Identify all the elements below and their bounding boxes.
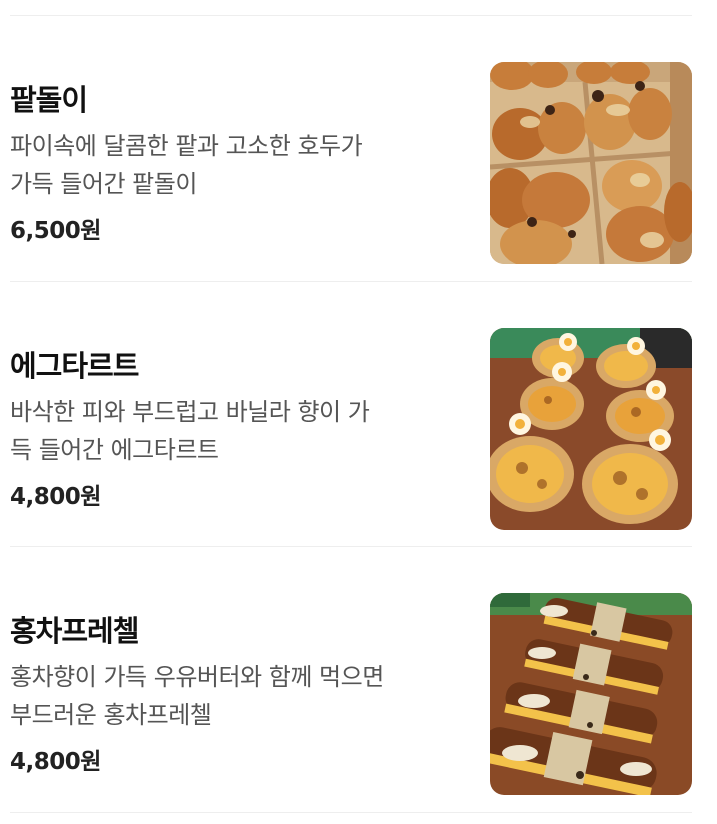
menu-item-tea-pretzel[interactable]: 홍차프레첼 홍차향이 가득 우유버터와 함께 먹으면 부드러운 홍차프레첼 4,…: [0, 546, 717, 811]
menu-item-price: 4,800원: [10, 749, 101, 775]
description-line: 득 들어간 에그타르트: [10, 436, 219, 464]
description-line: 홍차향이 가득 우유버터와 함께 먹으면: [10, 663, 384, 691]
menu-item-name: 에그타르트: [10, 349, 139, 383]
menu-item-egg-tart[interactable]: 에그타르트 바삭한 피와 부드럽고 바닐라 향이 가 득 들어간 에그타르트 4…: [0, 281, 717, 546]
menu-item-price: 4,800원: [10, 484, 101, 510]
pretzel-sandwich-photo: [490, 593, 692, 795]
menu-item-photo[interactable]: [490, 328, 692, 530]
menu-item-name: 팥돌이: [10, 83, 88, 117]
menu-item-description: 파이속에 달콤한 팥과 고소한 호두가 가득 들어간 팥돌이: [10, 127, 470, 203]
description-line: 파이속에 달콤한 팥과 고소한 호두가: [10, 132, 363, 160]
menu-item-photo[interactable]: [490, 62, 692, 264]
menu-item-name: 홍차프레첼: [10, 614, 139, 648]
egg-tart-photo: [490, 328, 692, 530]
menu-item-price: 6,500원: [10, 218, 101, 244]
menu-item-patdori[interactable]: 팥돌이 파이속에 달콤한 팥과 고소한 호두가 가득 들어간 팥돌이 6,500…: [0, 15, 717, 280]
pastry-box-photo: [490, 62, 692, 264]
menu-item-photo[interactable]: [490, 593, 692, 795]
description-line: 가득 들어간 팥돌이: [10, 170, 197, 198]
menu-list: 팥돌이 파이속에 달콤한 팥과 고소한 호두가 가득 들어간 팥돌이 6,500…: [0, 0, 717, 824]
menu-item-description: 홍차향이 가득 우유버터와 함께 먹으면 부드러운 홍차프레첼: [10, 658, 470, 734]
menu-item-description: 바삭한 피와 부드럽고 바닐라 향이 가 득 들어간 에그타르트: [10, 393, 470, 469]
description-line: 부드러운 홍차프레첼: [10, 701, 212, 729]
divider: [10, 812, 692, 813]
description-line: 바삭한 피와 부드럽고 바닐라 향이 가: [10, 398, 370, 426]
